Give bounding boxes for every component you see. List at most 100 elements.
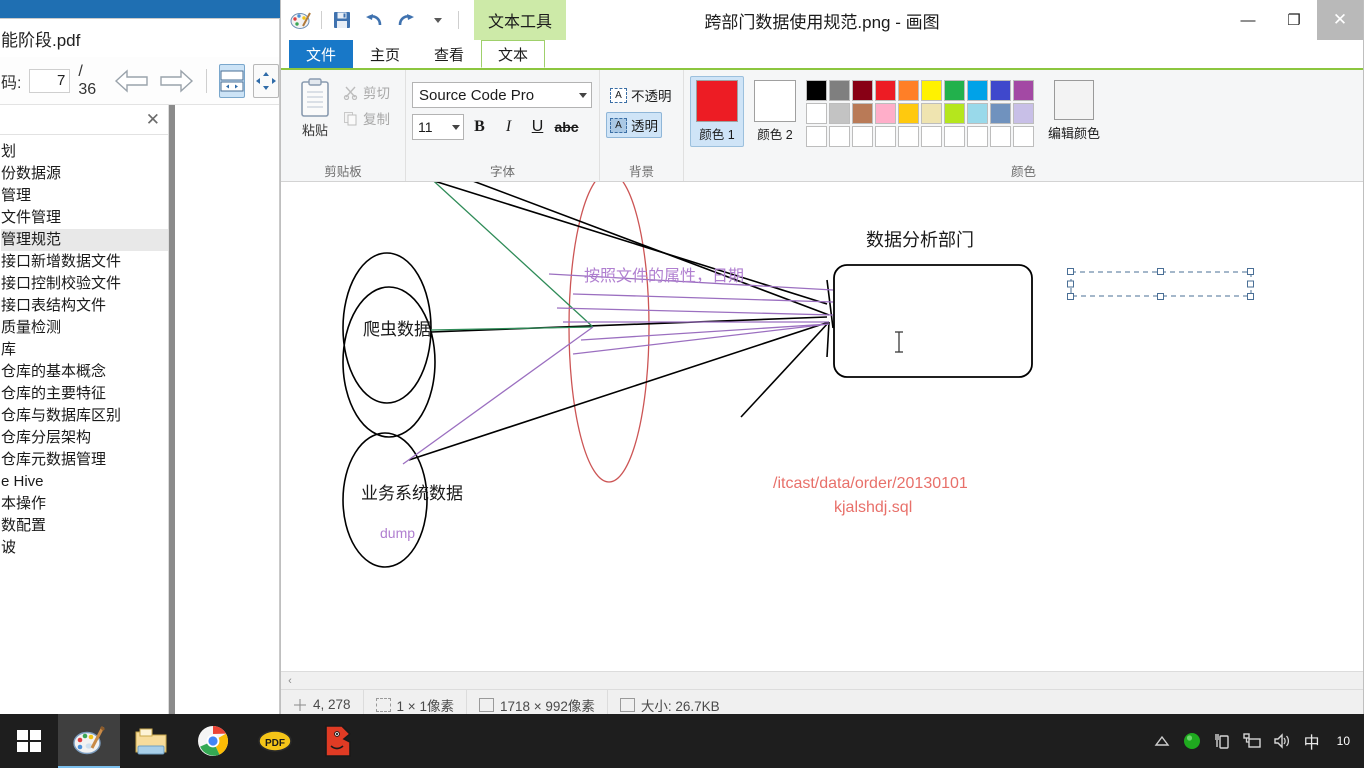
pdf-bookmark-item[interactable]: 质量检测 <box>1 317 168 339</box>
tab-text[interactable]: 文本 <box>481 40 546 68</box>
copy-button[interactable]: 复制 <box>343 108 390 128</box>
palette-swatch[interactable] <box>944 80 965 101</box>
redo-icon[interactable] <box>394 8 418 32</box>
pdf-bookmark-item[interactable]: 文件管理 <box>1 207 168 229</box>
palette-swatch[interactable] <box>921 80 942 101</box>
palette-swatch[interactable] <box>1013 126 1034 147</box>
pdf-bookmark-item[interactable]: 仓库分层架构 <box>1 427 168 449</box>
close-button[interactable]: ✕ <box>1317 0 1363 40</box>
tab-view[interactable]: 查看 <box>417 40 481 68</box>
palette-swatch[interactable] <box>806 126 827 147</box>
transparent-button[interactable]: A 透明 <box>606 112 662 138</box>
undo-icon[interactable] <box>362 8 386 32</box>
palette-swatch[interactable] <box>967 126 988 147</box>
palette-swatch[interactable] <box>852 126 873 147</box>
underline-button[interactable]: U <box>524 114 551 140</box>
taskbar-item-chrome[interactable] <box>182 714 244 768</box>
maximize-button[interactable]: ❐ <box>1271 0 1317 40</box>
palette-swatch[interactable] <box>829 126 850 147</box>
network-icon[interactable] <box>1239 728 1265 754</box>
paint-canvas[interactable]: 爬虫数据 业务系统数据 dump 按照文件的属性，日期 数据分析部门 /itca… <box>281 182 1363 671</box>
palette-swatch[interactable] <box>967 80 988 101</box>
cut-button[interactable]: 剪切 <box>343 82 390 102</box>
pdf-bookmark-item[interactable]: 划 <box>1 141 168 163</box>
font-family-select[interactable]: Source Code Pro <box>412 82 592 108</box>
palette-swatch[interactable] <box>967 103 988 124</box>
scroll-left-arrow-icon[interactable]: ‹ <box>281 672 299 690</box>
bold-button[interactable]: B <box>466 114 493 140</box>
pdf-next-page-button[interactable] <box>158 64 194 98</box>
pdf-bookmark-list[interactable]: 划份数据源 管理 文件管理 管理规范 接口新增数据文件 接口控制校验文件 接口表结构文件 质量… <box>0 135 168 717</box>
palette-swatch[interactable] <box>898 126 919 147</box>
pdf-bookmark-item[interactable]: 仓库元数据管理 <box>1 449 168 471</box>
paste-button[interactable]: 粘贴 <box>287 74 343 139</box>
palette-swatch[interactable] <box>990 126 1011 147</box>
taskbar-clock[interactable]: 10 <box>1329 734 1358 748</box>
italic-button[interactable]: I <box>495 114 522 140</box>
palette-swatch[interactable] <box>921 103 942 124</box>
canvas-horizontal-scrollbar[interactable]: ‹ <box>281 671 1363 689</box>
palette-swatch[interactable] <box>990 80 1011 101</box>
palette-swatch[interactable] <box>829 103 850 124</box>
taskbar-item-file-explorer[interactable] <box>120 714 182 768</box>
taskbar-item-red-app[interactable] <box>306 714 368 768</box>
usb-device-icon[interactable] <box>1209 728 1235 754</box>
start-button[interactable] <box>0 714 58 768</box>
pdf-bookmark-item[interactable]: 仓库的主要特征 <box>1 383 168 405</box>
palette-swatch[interactable] <box>875 126 896 147</box>
palette-swatch[interactable] <box>1013 103 1034 124</box>
pdf-prev-page-button[interactable] <box>114 64 150 98</box>
taskbar-item-paint[interactable] <box>58 714 120 768</box>
tab-home[interactable]: 主页 <box>353 40 417 68</box>
palette-swatch[interactable] <box>806 80 827 101</box>
pdf-bookmark-item[interactable]: 数配置 <box>1 515 168 537</box>
opaque-button[interactable]: A 不透明 <box>606 82 676 108</box>
ime-indicator[interactable]: 中 <box>1299 728 1325 754</box>
pdf-bookmark-item[interactable]: 仓库与数据库区别 <box>1 405 168 427</box>
palette-swatch[interactable] <box>944 103 965 124</box>
pdf-page-view[interactable] <box>175 105 279 717</box>
pdf-bookmark-item[interactable]: 接口新增数据文件 <box>1 251 168 273</box>
palette-swatch[interactable] <box>829 80 850 101</box>
palette-swatch[interactable] <box>921 126 942 147</box>
show-hidden-icons-icon[interactable] <box>1149 728 1175 754</box>
palette-swatch[interactable] <box>875 80 896 101</box>
taskbar-item-foxit-pdf[interactable]: PDF <box>244 714 306 768</box>
palette-swatch[interactable] <box>806 103 827 124</box>
pdf-bookmark-item[interactable]: e Hive <box>1 471 168 493</box>
pdf-bookmark-item[interactable]: 仓库的基本概念 <box>1 361 168 383</box>
palette-swatch[interactable] <box>944 126 965 147</box>
palette-swatch[interactable] <box>852 80 873 101</box>
tab-file[interactable]: 文件 <box>289 40 354 68</box>
color-1-button[interactable]: 颜色 1 <box>690 76 744 147</box>
pdf-page-input[interactable]: 7 <box>29 68 71 93</box>
minimize-button[interactable]: — <box>1225 0 1271 40</box>
pdf-bookmark-item[interactable]: 管理 <box>1 185 168 207</box>
volume-icon[interactable] <box>1269 728 1295 754</box>
palette-swatch[interactable] <box>990 103 1011 124</box>
pdf-bookmark-item[interactable]: 接口表结构文件 <box>1 295 168 317</box>
palette-swatch[interactable] <box>875 103 896 124</box>
palette-swatch[interactable] <box>1013 80 1034 101</box>
palette-swatch[interactable] <box>898 103 919 124</box>
edit-colors-button[interactable]: 编辑颜色 <box>1048 76 1100 142</box>
color-2-button[interactable]: 颜色 2 <box>748 76 802 147</box>
pdf-bookmark-item[interactable]: 接口控制校验文件 <box>1 273 168 295</box>
save-icon[interactable] <box>330 8 354 32</box>
pdf-bookmark-item[interactable]: 份数据源 <box>1 163 168 185</box>
pdf-bookmark-item[interactable]: 库 <box>1 339 168 361</box>
dashed-selection-box[interactable] <box>1067 268 1254 300</box>
pdf-bookmark-item[interactable]: 管理规范 <box>1 229 168 251</box>
palette-swatch[interactable] <box>898 80 919 101</box>
pdf-pan-tool-button[interactable] <box>253 63 279 98</box>
pdf-fit-page-button[interactable] <box>219 63 245 98</box>
strikethrough-button[interactable]: abc <box>553 114 580 140</box>
pdf-bookmark-item[interactable]: 本操作 <box>1 493 168 515</box>
font-size-select[interactable]: 11 <box>412 114 464 140</box>
chevron-down-icon[interactable] <box>426 8 450 32</box>
palette-swatch[interactable] <box>852 103 873 124</box>
pdf-bookmark-item[interactable]: 诐 <box>1 537 168 559</box>
close-icon[interactable]: ✕ <box>146 111 160 128</box>
green-status-icon[interactable] <box>1179 728 1205 754</box>
paint-palette-icon[interactable] <box>289 8 313 32</box>
